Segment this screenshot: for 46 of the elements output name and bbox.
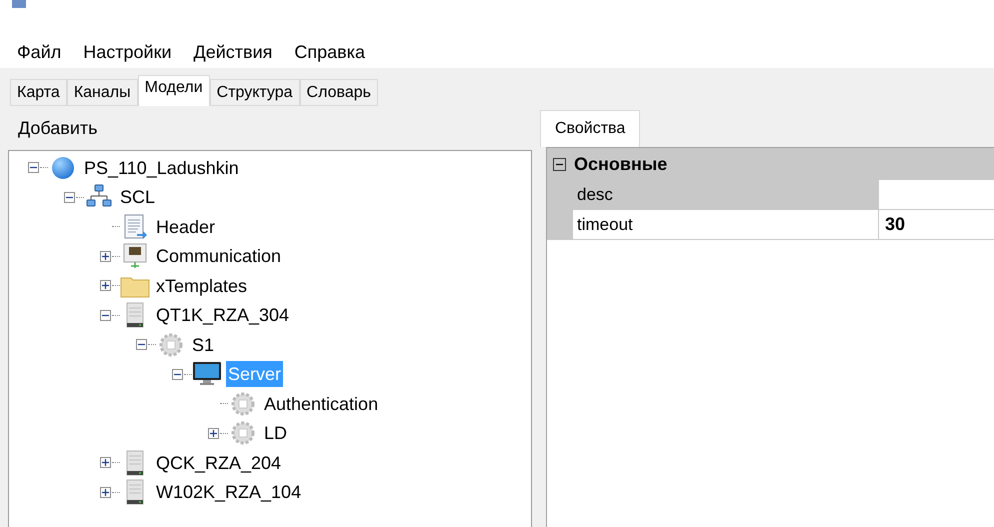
expand-icon[interactable]: [100, 250, 111, 262]
tab[interactable]: Модели: [138, 75, 210, 106]
expand-icon[interactable]: [100, 280, 111, 292]
expand-icon[interactable]: [100, 457, 111, 468]
tree-item[interactable]: W102K_RZA_104: [154, 479, 304, 506]
property-value[interactable]: 30: [879, 210, 994, 240]
app-icon: [12, 0, 26, 8]
menu-item[interactable]: Файл: [17, 38, 62, 66]
tab[interactable]: Словарь: [300, 79, 378, 106]
tree-item[interactable]: SCL: [118, 184, 158, 210]
tab[interactable]: Карта: [10, 79, 67, 106]
globe-icon: [51, 156, 75, 180]
properties-tab[interactable]: Свойства: [540, 110, 640, 147]
collapse-icon[interactable]: [100, 310, 111, 321]
tree-item[interactable]: PS_110_Ladushkin: [82, 154, 241, 181]
network-port-icon: [122, 243, 148, 270]
gear-icon: [231, 421, 255, 446]
tree-item[interactable]: QT1K_RZA_304: [154, 302, 292, 328]
collapse-icon[interactable]: [172, 368, 183, 380]
server-icon: [126, 450, 144, 476]
menu-item[interactable]: Действия: [194, 38, 272, 66]
tree-item[interactable]: S1: [190, 332, 216, 358]
collapse-icon[interactable]: [136, 339, 147, 350]
property-name[interactable]: timeout: [573, 210, 879, 240]
menu-item[interactable]: Настройки: [83, 38, 172, 66]
menu-item[interactable]: Справка: [294, 38, 366, 66]
collapse-icon[interactable]: [553, 158, 566, 170]
tab[interactable]: Каналы: [66, 79, 138, 106]
document-icon: [122, 214, 148, 240]
server-icon: [126, 302, 144, 328]
category-label: Основные: [574, 152, 668, 176]
gear-icon: [159, 332, 183, 357]
tree-item[interactable]: Communication: [154, 243, 284, 270]
collapse-icon[interactable]: [64, 192, 75, 203]
tree-item[interactable]: LD: [262, 420, 290, 446]
add-button[interactable]: Добавить: [18, 114, 98, 142]
expand-icon[interactable]: [208, 428, 219, 439]
tree-item[interactable]: Authentication: [262, 390, 380, 417]
expand-icon[interactable]: [100, 486, 111, 498]
server-icon: [126, 479, 144, 506]
tree-item[interactable]: QCK_RZA_204: [154, 450, 284, 476]
tree-item[interactable]: Header: [154, 214, 218, 240]
collapse-icon[interactable]: [28, 162, 39, 174]
tab[interactable]: Структура: [210, 79, 300, 106]
gear-icon: [231, 392, 255, 416]
tree-item[interactable]: xTemplates: [154, 272, 250, 299]
